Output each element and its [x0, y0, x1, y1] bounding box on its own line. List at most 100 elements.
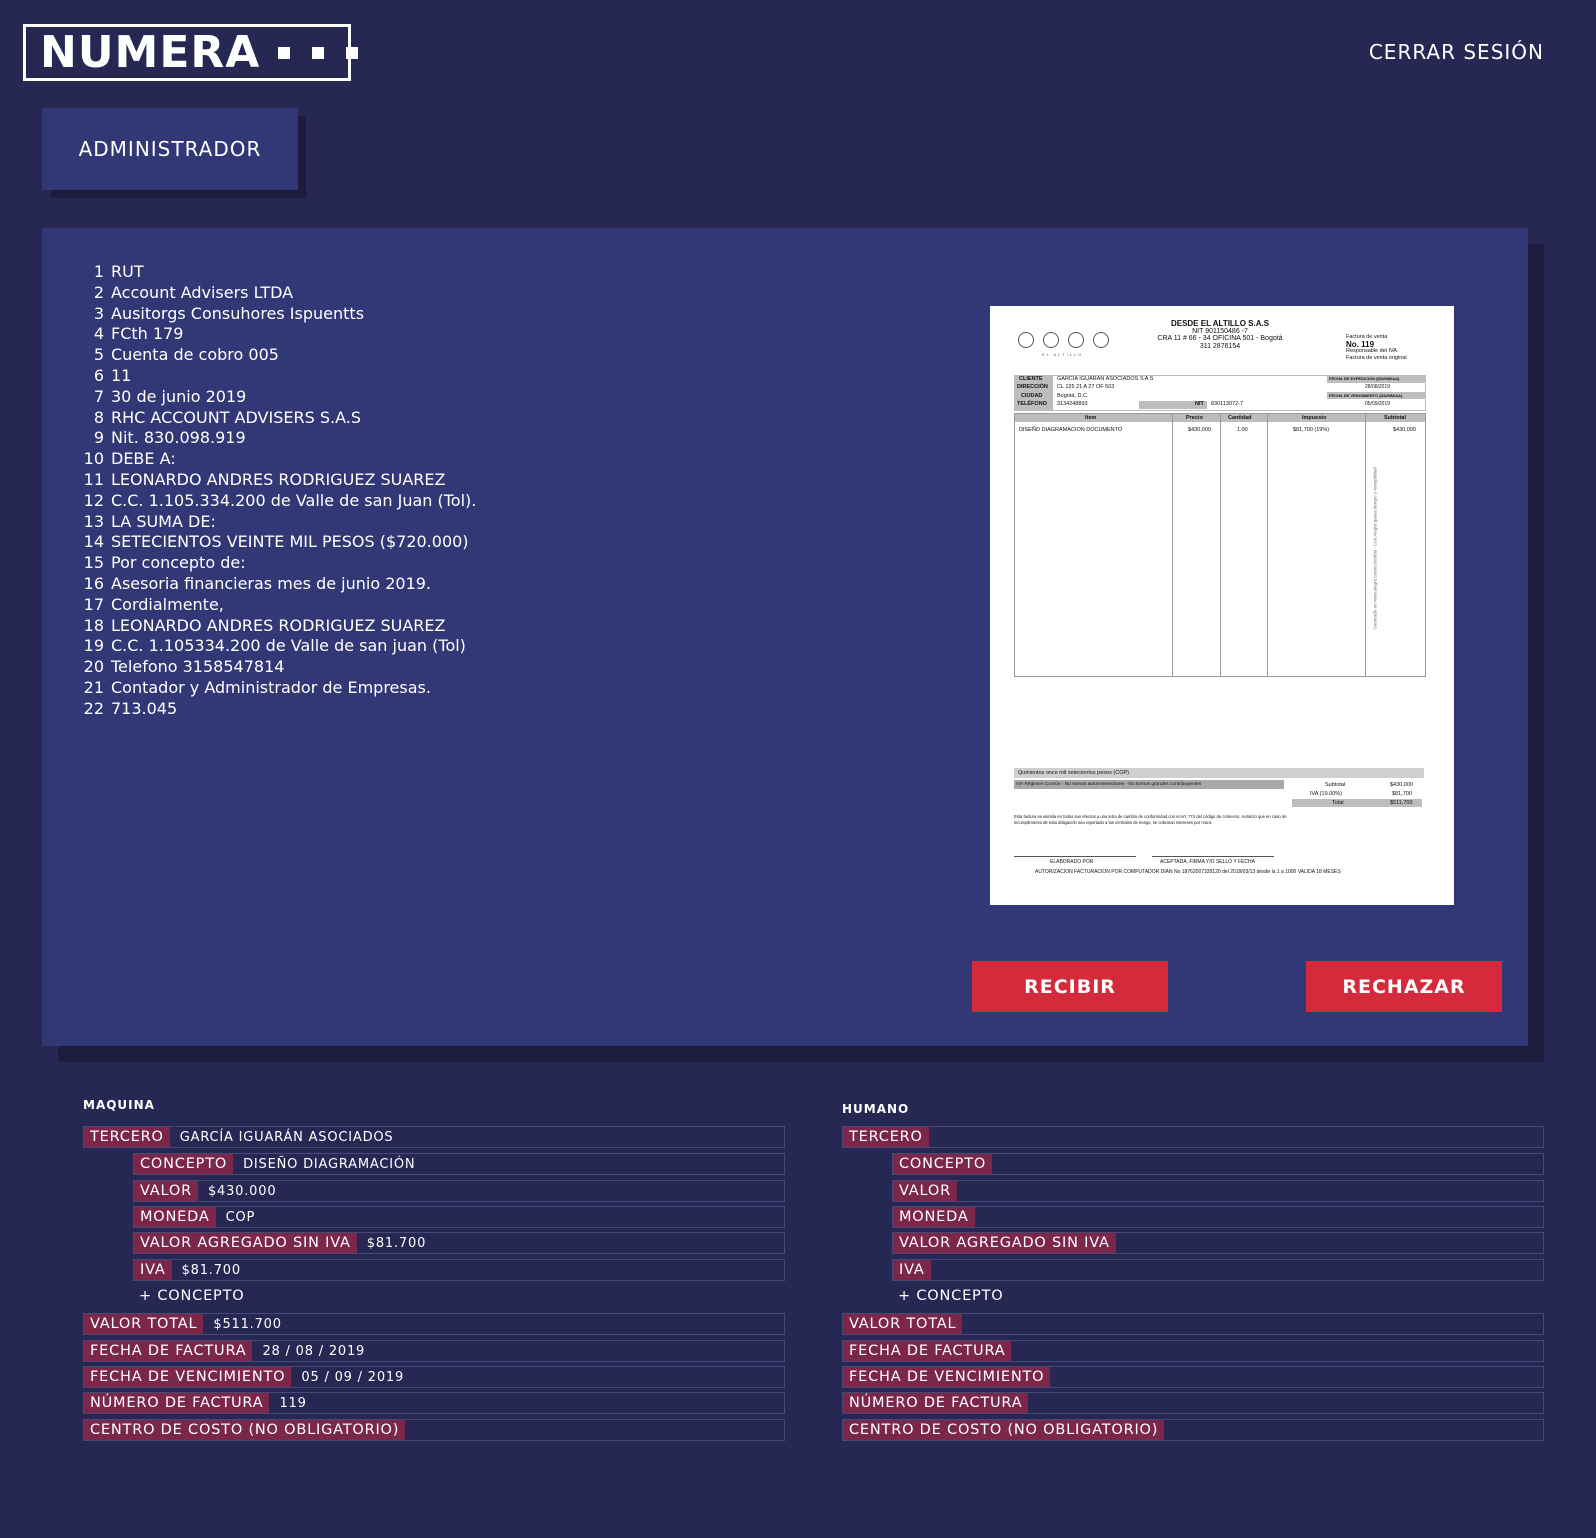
machine-field-valor[interactable]: VALOR $430.000 [133, 1180, 785, 1202]
human-field-total-value[interactable] [962, 1314, 972, 1334]
document-panel: 1 RUT 2 Account Advisers LTDA 3 Ausitorgs Con… [42, 228, 1528, 1046]
machine-field-centro[interactable]: CENTRO DE COSTO (NO OBLIGATORIO) [83, 1419, 785, 1441]
human-field-moneda-label: MONEDA [893, 1207, 975, 1227]
human-field-concepto-value[interactable] [992, 1154, 1002, 1174]
ocr-line: 13 LA SUMA DE: [80, 512, 476, 533]
invoice-company-nit: NIT 901150486 -7 [1192, 327, 1248, 335]
ocr-line-number: 3 [93, 303, 104, 323]
ocr-line-number: 18 [83, 615, 104, 635]
lbl-direccion: DIRECCIÓN [1017, 384, 1048, 390]
invoice-words: Quinientos once mil setecientos pesos (C… [1014, 768, 1424, 778]
ocr-line-number: 2 [93, 282, 104, 302]
ocr-line: 1 RUT [80, 262, 476, 283]
machine-field-total-value[interactable]: $511.700 [203, 1314, 281, 1334]
human-field-centro[interactable]: CENTRO DE COSTO (NO OBLIGATORIO) [842, 1419, 1544, 1441]
human-field-centro-value[interactable] [1164, 1420, 1174, 1440]
human-field-fecha[interactable]: FECHA DE FACTURA [842, 1340, 1544, 1362]
human-field-vasi-label: VALOR AGREGADO SIN IVA [893, 1233, 1116, 1253]
ocr-line-number: 4 [93, 324, 104, 344]
ocr-line-number: 9 [93, 428, 104, 448]
invoice-subtotal: $430,000 [1390, 782, 1413, 788]
ocr-line-text: C.C. 1.105.334.200 de Valle de san Juan … [111, 490, 477, 510]
invoice-legal: Esta factura se asimila en todos sus efe… [1014, 814, 1287, 825]
machine-field-fecha-label: FECHA DE FACTURA [84, 1341, 253, 1361]
human-field-total[interactable]: VALOR TOTAL [842, 1313, 1544, 1335]
ocr-line-text: Contador y Administrador de Empresas. [111, 677, 431, 697]
machine-field-iva[interactable]: IVA $81.700 [133, 1259, 785, 1281]
role-badge: ADMINISTRADOR [42, 108, 298, 190]
machine-field-venc-value[interactable]: 05 / 09 / 2019 [291, 1367, 404, 1387]
ocr-line-number: 13 [83, 511, 104, 531]
machine-field-venc-label: FECHA DE VENCIMIENTO [84, 1367, 292, 1387]
ocr-line-number: 17 [83, 594, 104, 614]
machine-field-concepto[interactable]: CONCEPTO DISEÑO DIAGRAMACIÓN [133, 1153, 785, 1175]
invoice-items-table: Item Precio Cantidad Impuesto Subtotal D… [1014, 413, 1426, 677]
machine-field-valor-value[interactable]: $430.000 [198, 1181, 276, 1201]
human-field-concepto[interactable]: CONCEPTO [892, 1153, 1544, 1175]
ocr-line-number: 7 [93, 386, 104, 406]
ocr-line: 21 Contador y Administrador de Empresas. [80, 678, 476, 699]
human-field-venc[interactable]: FECHA DE VENCIMIENTO [842, 1366, 1544, 1388]
logo[interactable]: NUMERA [23, 24, 359, 81]
machine-field-tercero-value[interactable]: GARCÍA IGUARÁN ASOCIADOS [170, 1127, 394, 1147]
machine-field-concepto-label: CONCEPTO [134, 1154, 234, 1174]
receive-button[interactable]: RECIBIR [972, 961, 1168, 1012]
machine-field-vasi[interactable]: VALOR AGREGADO SIN IVA $81.700 [133, 1232, 785, 1254]
machine-field-num-value[interactable]: 119 [269, 1393, 306, 1413]
lbl-subtotal: Subtotal [1325, 782, 1346, 788]
human-field-venc-value[interactable] [1050, 1367, 1060, 1387]
ocr-line: 3 Ausitorgs Consuhores Ispuentts [80, 304, 476, 325]
machine-field-num[interactable]: NÚMERO DE FACTURA 119 [83, 1392, 785, 1414]
invoice-preview[interactable]: EL ALTILLO DESDE EL ALTILLO S.A.S NIT 90… [990, 306, 1454, 905]
lbl-cliente: CLIENTE [1019, 376, 1043, 382]
human-field-valor[interactable]: VALOR [892, 1180, 1544, 1202]
ocr-line-text: 30 de junio 2019 [111, 386, 247, 406]
ocr-line-text: Account Advisers LTDA [111, 282, 294, 302]
ocr-line-number: 11 [83, 469, 104, 489]
ocr-line: 19 C.C. 1.105334.200 de Valle de san juan… [80, 636, 476, 657]
machine-field-tercero[interactable]: TERCERO GARCÍA IGUARÁN ASOCIADOS [83, 1126, 785, 1148]
human-field-vasi[interactable]: VALOR AGREGADO SIN IVA [892, 1232, 1544, 1254]
invoice-aceptada: ACEPTADA, FIRMA Y/O SELLO Y FECHA [1160, 859, 1255, 865]
ocr-line-number: 8 [93, 407, 104, 427]
human-field-tercero[interactable]: TERCERO [842, 1126, 1544, 1148]
human-section-title: HUMANO [842, 1102, 910, 1116]
invoice-number-block: Factura de venta No. 119 Responsable del… [1346, 334, 1407, 362]
human-field-iva-value[interactable] [931, 1260, 941, 1280]
invoice-nit-cliente: 830113072-7 [1211, 401, 1244, 407]
reject-button[interactable]: RECHAZAR [1306, 961, 1502, 1012]
machine-field-fecha[interactable]: FECHA DE FACTURA 28 / 08 / 2019 [83, 1340, 785, 1362]
machine-add-concept-button[interactable]: + CONCEPTO [139, 1288, 244, 1304]
human-field-num-value[interactable] [1028, 1393, 1038, 1413]
human-field-tercero-value[interactable] [929, 1127, 939, 1147]
ocr-line-number: 19 [83, 636, 104, 656]
machine-field-venc[interactable]: FECHA DE VENCIMIENTO 05 / 09 / 2019 [83, 1366, 785, 1388]
machine-field-total[interactable]: VALOR TOTAL $511.700 [83, 1313, 785, 1335]
lbl-expedicion: FECHA DE EXPEDICIÓN (DD/MM/AA) [1329, 376, 1400, 381]
human-field-moneda-value[interactable] [975, 1207, 985, 1227]
invoice-telefono: 3134248893 [1057, 401, 1088, 407]
machine-field-fecha-value[interactable]: 28 / 08 / 2019 [252, 1341, 365, 1361]
ocr-line-text: Ausitorgs Consuhores Ispuentts [111, 303, 365, 323]
machine-field-concepto-value[interactable]: DISEÑO DIAGRAMACIÓN [233, 1154, 415, 1174]
machine-field-moneda[interactable]: MONEDA COP [133, 1206, 785, 1228]
human-field-valor-value[interactable] [957, 1181, 967, 1201]
ocr-line: 12 C.C. 1.105.334.200 de Valle de san Jua… [80, 490, 477, 512]
human-field-num[interactable]: NÚMERO DE FACTURA [842, 1392, 1544, 1414]
invoice-iva: $81,700 [1392, 791, 1412, 797]
human-field-iva[interactable]: IVA [892, 1259, 1544, 1281]
machine-field-centro-value[interactable] [405, 1420, 415, 1440]
human-field-moneda[interactable]: MONEDA [892, 1206, 1544, 1228]
ocr-line-number: 22 [83, 698, 104, 718]
logout-link[interactable]: CERRAR SESIÓN [1369, 40, 1544, 64]
machine-field-vasi-value[interactable]: $81.700 [357, 1233, 426, 1253]
ocr-line-text: Asesoria financieras mes de junio 2019. [111, 573, 432, 593]
invoice-regimen: IVA Régimen Común - No somos autorretene… [1014, 780, 1284, 789]
human-field-vasi-value[interactable] [1116, 1233, 1126, 1253]
item-subtotal: $430,000 [1393, 427, 1416, 433]
human-field-fecha-value[interactable] [1011, 1341, 1021, 1361]
machine-field-iva-value[interactable]: $81.700 [172, 1260, 241, 1280]
machine-field-moneda-value[interactable]: COP [216, 1207, 256, 1227]
ocr-line-number: 12 [83, 490, 104, 510]
human-add-concept-button[interactable]: + CONCEPTO [898, 1288, 1003, 1304]
